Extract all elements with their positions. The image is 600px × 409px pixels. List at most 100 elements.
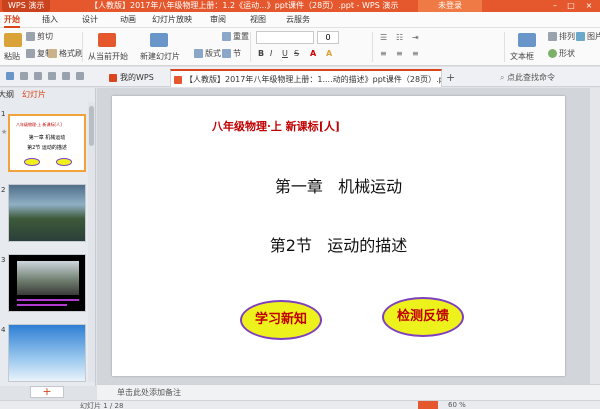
save-icon[interactable] <box>6 72 14 80</box>
indent-icon[interactable]: ⇥ <box>412 33 419 42</box>
text-box-icon[interactable] <box>518 33 536 47</box>
tab-my-wps[interactable]: 我的WPS <box>106 69 154 87</box>
menu-animation[interactable]: 动画 <box>120 12 136 28</box>
italic-button[interactable]: I <box>270 49 272 58</box>
underline-button[interactable]: U <box>282 49 288 58</box>
slide-thumbnail-4[interactable] <box>8 324 86 382</box>
app-menu-button[interactable]: WPS 演示 <box>2 0 51 12</box>
caption-line <box>17 299 79 301</box>
command-search[interactable]: ⌕ 点此查找命令 <box>500 71 600 84</box>
slide-section-title[interactable]: 第2节 运动的描述 <box>112 232 565 256</box>
section-icon <box>222 49 231 58</box>
reset-label: 重置 <box>233 32 249 41</box>
open-icon[interactable] <box>20 72 28 80</box>
print-icon[interactable] <box>34 72 42 80</box>
paste-icon[interactable] <box>4 33 22 47</box>
new-slide-button[interactable]: 新建幻灯片 <box>140 52 180 62</box>
ppt-file-icon <box>174 76 182 84</box>
text-box-button[interactable]: 文本框 <box>510 52 534 62</box>
arrange-icon <box>548 32 557 41</box>
ribbon-separator <box>250 32 251 62</box>
new-slide-icon[interactable] <box>150 33 168 47</box>
current-slide[interactable]: 八年级物理·上 新课标[人] 第一章 机械运动 第2节 运动的描述 学习新知 检… <box>112 96 565 376</box>
thumbnail-number: 2 <box>1 186 6 194</box>
ribbon-separator <box>82 32 83 62</box>
picture-button[interactable]: 图片 <box>576 32 600 42</box>
thumbnail-number: 3 <box>1 256 6 264</box>
thumbnail-number: 1 <box>1 110 6 118</box>
picture-icon <box>576 32 585 41</box>
highlight-icon[interactable]: A <box>326 49 332 58</box>
layout-label: 版式 <box>205 49 221 58</box>
arrange-label: 排列 <box>559 32 575 41</box>
tab-slides[interactable]: 幻灯片 <box>22 88 46 102</box>
menu-view[interactable]: 视图 <box>250 12 266 28</box>
scissors-icon <box>26 32 35 41</box>
minimize-button[interactable]: – <box>548 0 562 12</box>
close-button[interactable]: × <box>582 0 596 12</box>
menu-design[interactable]: 设计 <box>82 12 98 28</box>
from-current-button[interactable]: 从当前开始 <box>88 52 128 62</box>
login-button[interactable]: 未登录 <box>418 0 482 12</box>
align-right-icon[interactable]: ≡ <box>412 49 419 58</box>
arrange-button[interactable]: 排列 <box>548 32 575 42</box>
shape-button[interactable]: 形状 <box>548 49 575 59</box>
section-label: 节 <box>233 49 241 58</box>
menu-review[interactable]: 审阅 <box>210 12 226 28</box>
sky-image <box>9 325 85 381</box>
tab-outline[interactable]: 大纲 <box>0 88 14 102</box>
layout-button[interactable]: 版式 <box>194 49 221 59</box>
slide-thumbnail-3[interactable] <box>8 254 86 312</box>
thumbnail-scrollbar[interactable] <box>88 102 95 382</box>
cut-label: 剪切 <box>37 32 53 41</box>
zoom-level[interactable]: 60 % <box>448 401 466 409</box>
font-color-icon[interactable]: A <box>310 49 316 58</box>
canvas-scrollbar[interactable] <box>590 88 600 384</box>
notes-pane[interactable]: 单击此处添加备注 <box>97 384 600 400</box>
format-painter-button[interactable]: 格式刷 <box>48 49 83 59</box>
star-icon: ★ <box>1 128 8 136</box>
preview-icon[interactable] <box>48 72 56 80</box>
font-size-select[interactable]: 0 <box>317 31 339 44</box>
slide-chapter-title[interactable]: 第一章 机械运动 <box>112 173 565 197</box>
strike-button[interactable]: S <box>294 49 299 58</box>
thumbnail-oval <box>24 158 40 166</box>
learn-new-button[interactable]: 学习新知 <box>240 300 322 340</box>
align-left-icon[interactable]: ≡ <box>380 49 387 58</box>
menu-insert[interactable]: 插入 <box>42 12 58 28</box>
menu-cloud[interactable]: 云服务 <box>286 12 310 28</box>
add-slide-button[interactable]: + <box>30 386 64 398</box>
play-icon[interactable] <box>98 33 116 47</box>
slideshow-icon[interactable] <box>418 401 438 409</box>
bold-button[interactable]: B <box>258 49 264 58</box>
ribbon-separator <box>504 32 505 62</box>
paste-button[interactable]: 粘贴 <box>4 52 20 62</box>
align-center-icon[interactable]: ≡ <box>396 49 403 58</box>
test-feedback-button[interactable]: 检测反馈 <box>382 297 464 337</box>
street-image <box>17 261 79 295</box>
ribbon-separator <box>372 32 373 62</box>
menu-slideshow[interactable]: 幻灯片放映 <box>152 12 192 28</box>
number-list-icon[interactable]: ☷ <box>396 33 403 42</box>
redo-icon[interactable] <box>76 72 84 80</box>
maximize-button[interactable]: □ <box>564 0 578 12</box>
slide-header[interactable]: 八年级物理·上 新课标[人] <box>212 118 340 134</box>
scrollbar-thumb[interactable] <box>89 106 94 146</box>
cut-button[interactable]: 剪切 <box>26 32 53 42</box>
picture-label: 图片 <box>587 32 600 41</box>
slide-thumbnail-2[interactable] <box>8 184 86 242</box>
menu-home[interactable]: 开始 <box>4 12 20 28</box>
search-icon: ⌕ <box>500 73 505 82</box>
section-button[interactable]: 节 <box>222 49 241 59</box>
bullet-list-icon[interactable]: ☰ <box>380 33 387 42</box>
thumbnail-number: 4 <box>1 326 6 334</box>
reset-icon <box>222 32 231 41</box>
font-name-select[interactable] <box>256 31 314 44</box>
tab-document[interactable]: 【人教版】2017年八年级物理上册：1....动的描述》ppt课件（28页）.p… <box>170 69 442 87</box>
tab-my-wps-label: 我的WPS <box>120 73 154 82</box>
reset-button[interactable]: 重置 <box>222 32 249 42</box>
undo-icon[interactable] <box>62 72 70 80</box>
pane-tabs: 大纲 幻灯片 <box>0 88 96 102</box>
new-tab-button[interactable]: + <box>444 69 455 87</box>
slide-thumbnail-1[interactable]: 八年级物理·上 新课标[人] 第一章 机械运动 第2节 运动的描述 <box>8 114 86 172</box>
